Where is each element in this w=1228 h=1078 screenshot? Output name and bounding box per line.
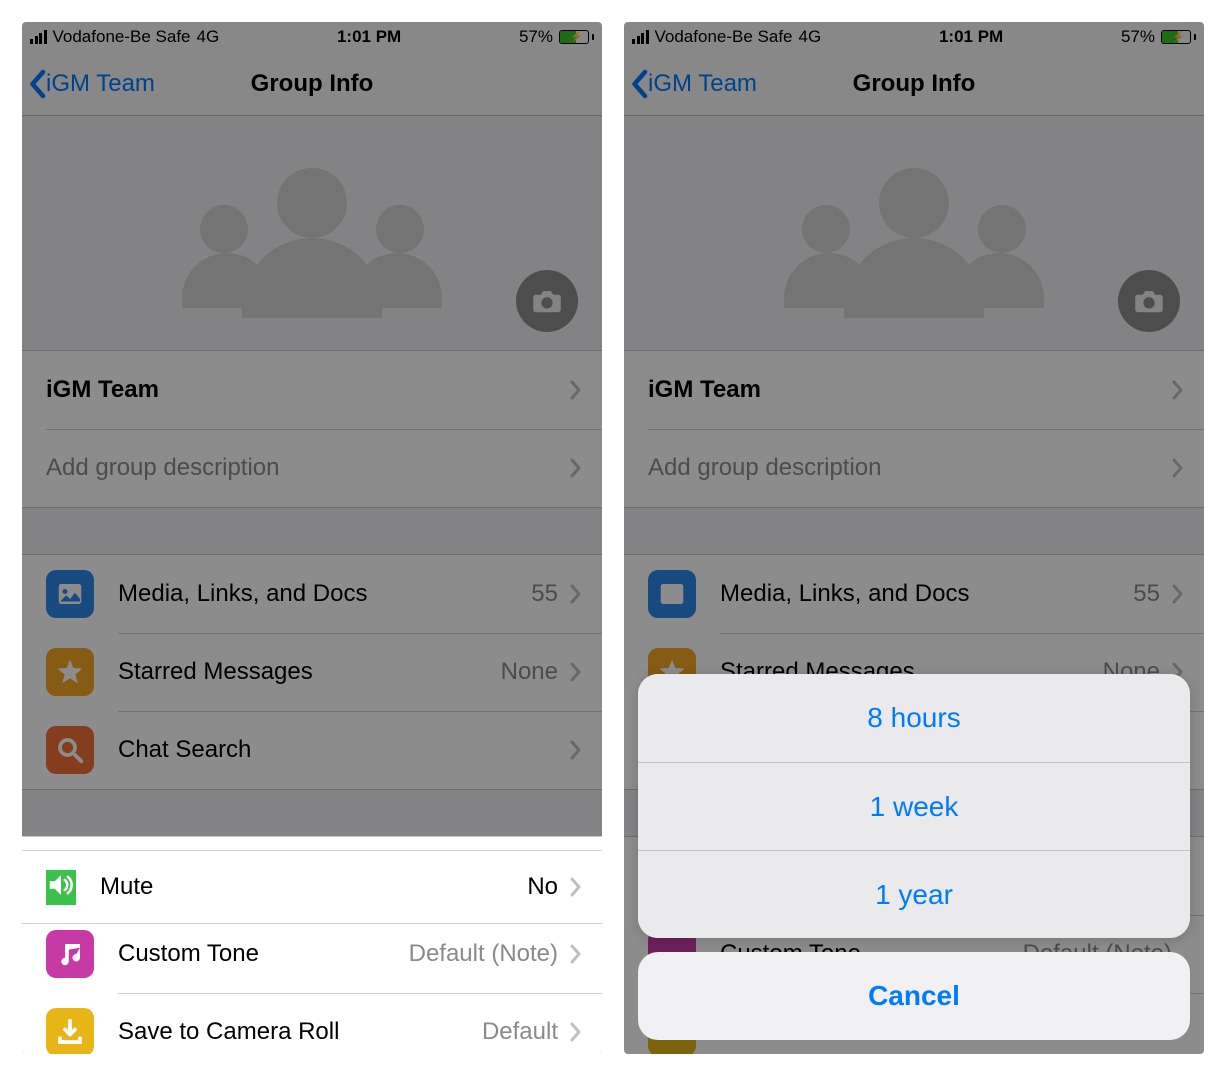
chevron-right-icon [1172,380,1184,400]
battery-icon: ⚡ [559,30,594,44]
camera-button[interactable] [1118,270,1180,332]
media-value: 55 [531,580,558,608]
group-name-row[interactable]: iGM Team [22,351,602,429]
navigation-bar: iGM Team Group Info [624,52,1204,116]
group-name-section: iGM Team Add group description [624,350,1204,508]
battery-percent: 57% [1121,27,1155,47]
group-name-label: iGM Team [648,376,1172,404]
tone-value: Default (Note) [409,940,558,968]
media-label: Media, Links, and Docs [720,580,1133,608]
save-label: Save to Camera Roll [118,1018,482,1046]
chevron-right-icon [570,662,582,682]
search-row[interactable]: Chat Search [22,711,602,789]
media-label: Media, Links, and Docs [118,580,531,608]
search-icon [46,726,94,774]
group-avatar-placeholder-icon [182,148,442,318]
mute-row[interactable]: Mute No [22,850,602,924]
chevron-right-icon [1172,458,1184,478]
status-bar: Vodafone-Be Safe 4G 1:01 PM 57% ⚡ [22,22,602,52]
search-label: Chat Search [118,736,570,764]
media-row[interactable]: Media, Links, and Docs 55 [22,555,602,633]
network-label: 4G [197,27,220,47]
battery-percent: 57% [519,27,553,47]
status-time: 1:01 PM [219,27,519,47]
media-icon [648,570,696,618]
back-button[interactable]: iGM Team [624,69,757,99]
back-label: iGM Team [46,70,155,98]
group-photo-area[interactable] [624,116,1204,350]
group-description-row[interactable]: Add group description [624,429,1204,507]
camera-icon [532,288,562,314]
navigation-bar: iGM Team Group Info [22,52,602,116]
actionsheet-options: 8 hours 1 week 1 year [638,674,1190,938]
save-value: Default [482,1018,558,1046]
starred-row[interactable]: Starred Messages None [22,633,602,711]
cancel-button[interactable]: Cancel [638,952,1190,1040]
media-icon [46,570,94,618]
music-note-icon [46,930,94,978]
download-icon [46,1008,94,1054]
group-name-label: iGM Team [46,376,570,404]
chevron-right-icon [570,1022,582,1042]
group-name-section: iGM Team Add group description [22,350,602,508]
status-time: 1:01 PM [821,27,1121,47]
group-avatar-placeholder-icon [784,148,1044,318]
group-desc-placeholder: Add group description [46,454,570,482]
carrier-label: Vodafone-Be Safe [53,27,191,47]
starred-label: Starred Messages [118,658,501,686]
media-value: 55 [1133,580,1160,608]
chevron-right-icon [570,740,582,760]
mute-1-year-option[interactable]: 1 year [638,850,1190,938]
status-bar: Vodafone-Be Safe 4G 1:01 PM 57% ⚡ [624,22,1204,52]
media-row[interactable]: Media, Links, and Docs 55 [624,555,1204,633]
save-row[interactable]: Save to Camera Roll Default [22,993,602,1054]
tone-row[interactable]: Custom Tone Default (Note) [22,915,602,993]
battery-icon: ⚡ [1161,30,1196,44]
signal-icon [632,30,649,44]
chevron-right-icon [570,944,582,964]
chevron-right-icon [570,458,582,478]
camera-button[interactable] [516,270,578,332]
group-photo-area[interactable] [22,116,602,350]
network-label: 4G [799,27,822,47]
group-desc-placeholder: Add group description [648,454,1172,482]
chevron-right-icon [570,584,582,604]
chevron-right-icon [570,877,582,897]
chevron-right-icon [1172,584,1184,604]
mute-1-week-option[interactable]: 1 week [638,762,1190,850]
mute-label: Mute [100,873,527,901]
right-screenshot: Vodafone-Be Safe 4G 1:01 PM 57% ⚡ iGM Te… [624,22,1204,1054]
mute-8-hours-option[interactable]: 8 hours [638,674,1190,762]
left-screenshot: Vodafone-Be Safe 4G 1:01 PM 57% ⚡ iGM Te… [22,22,602,1054]
mute-value: No [527,873,558,901]
starred-value: None [501,658,558,686]
tone-label: Custom Tone [118,940,409,968]
mute-duration-actionsheet: 8 hours 1 week 1 year Cancel [638,674,1190,1040]
signal-icon [30,30,47,44]
chevron-right-icon [570,380,582,400]
back-button[interactable]: iGM Team [22,69,155,99]
chevron-left-icon [28,69,46,99]
group-description-row[interactable]: Add group description [22,429,602,507]
speaker-icon [46,870,76,905]
star-icon [46,648,94,696]
back-label: iGM Team [648,70,757,98]
carrier-label: Vodafone-Be Safe [655,27,793,47]
media-section: Media, Links, and Docs 55 Starred Messag… [22,554,602,790]
chevron-left-icon [630,69,648,99]
camera-icon [1134,288,1164,314]
group-name-row[interactable]: iGM Team [624,351,1204,429]
